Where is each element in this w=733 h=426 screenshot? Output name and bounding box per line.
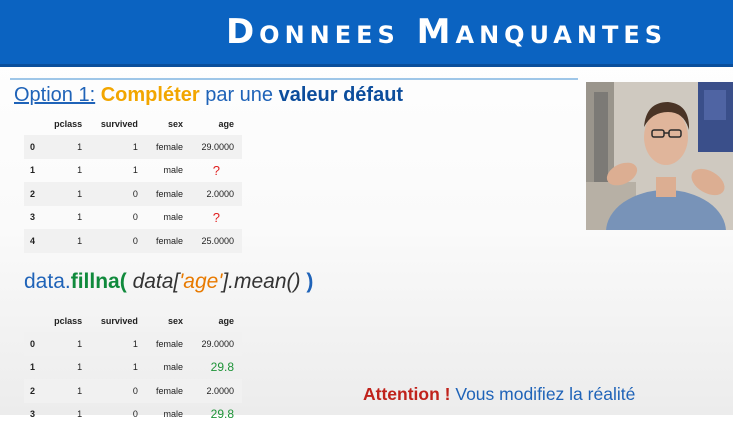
row-index: 2 [24, 182, 44, 206]
row-index: 2 [24, 379, 44, 403]
section-divider [10, 78, 578, 80]
cell-survived: 1 [90, 356, 146, 380]
cell-sex: male [146, 159, 191, 183]
cell-sex: male [146, 356, 191, 380]
column-header-index [24, 310, 44, 332]
option-keyword-complete: Compléter [101, 84, 200, 106]
cell-survived: 0 [90, 182, 146, 206]
table-header-row: pclass survived sex age [24, 113, 242, 135]
cell-pclass: 1 [44, 379, 90, 403]
column-header-age: age [191, 310, 242, 332]
table-row: 1 1 1 male 29.8 [24, 356, 242, 380]
cell-pclass: 1 [44, 159, 90, 183]
cell-age: 29.0000 [191, 135, 242, 159]
cell-pclass: 1 [44, 182, 90, 206]
table-row: 3 1 0 male 29.8 [24, 403, 242, 426]
table-row: 3 1 0 male ? [24, 206, 242, 230]
option-heading: Option 1: Compléter par une valeur défau… [14, 84, 403, 107]
cell-survived: 1 [90, 159, 146, 183]
cell-pclass: 1 [44, 135, 90, 159]
cell-age-missing: ? [191, 206, 242, 230]
code-argument-method: ].mean() [222, 270, 300, 293]
dataframe-before: pclass survived sex age 0 1 1 female 29.… [24, 113, 242, 253]
row-index: 1 [24, 356, 44, 380]
cell-pclass: 1 [44, 403, 90, 426]
cell-sex: female [146, 182, 191, 206]
column-header-sex: sex [146, 113, 191, 135]
title-banner: Donnees Manquantes [0, 0, 733, 67]
cell-sex: male [146, 206, 191, 230]
cell-age: 29.0000 [191, 332, 242, 356]
column-header-survived: survived [90, 310, 146, 332]
table-row: 1 1 1 male ? [24, 159, 242, 183]
code-close-paren: ) [306, 270, 313, 293]
dataframe-after: pclass survived sex age 0 1 1 female 29.… [24, 310, 242, 426]
table-header-row: pclass survived sex age [24, 310, 242, 332]
cell-survived: 1 [90, 332, 146, 356]
table-row: 0 1 1 female 29.0000 [24, 332, 242, 356]
column-header-pclass: pclass [44, 113, 90, 135]
column-header-sex: sex [146, 310, 191, 332]
row-index: 3 [24, 403, 44, 426]
cell-age: 25.0000 [191, 229, 242, 253]
cell-age: 2.0000 [191, 182, 242, 206]
code-object: data. [24, 270, 71, 293]
cell-sex: female [146, 135, 191, 159]
cell-pclass: 1 [44, 206, 90, 230]
cell-sex: female [146, 229, 191, 253]
code-snippet: data.fillna( data['age'].mean() ) [24, 270, 313, 294]
option-label: Option 1: [14, 84, 95, 106]
code-function: fillna( [71, 270, 127, 293]
cell-age-filled: 29.8 [191, 356, 242, 380]
warning-text: Vous modifiez la réalité [455, 384, 635, 404]
cell-sex: female [146, 332, 191, 356]
cell-sex: female [146, 379, 191, 403]
cell-age: 2.0000 [191, 379, 242, 403]
cell-pclass: 1 [44, 356, 90, 380]
presenter-video [586, 82, 733, 230]
cell-survived: 0 [90, 229, 146, 253]
code-string: 'age' [179, 270, 222, 293]
cell-survived: 0 [90, 379, 146, 403]
warning-message: Attention ! Vous modifiez la réalité [363, 384, 635, 405]
warning-strong: Attention ! [363, 384, 450, 404]
column-header-pclass: pclass [44, 310, 90, 332]
table-row: 0 1 1 female 29.0000 [24, 135, 242, 159]
table-row: 4 1 0 female 25.0000 [24, 229, 242, 253]
cell-survived: 0 [90, 206, 146, 230]
column-header-survived: survived [90, 113, 146, 135]
column-header-index [24, 113, 44, 135]
cell-pclass: 1 [44, 332, 90, 356]
webcam-overlay [586, 82, 733, 230]
code-argument: data[ [133, 270, 180, 293]
cell-age-filled: 29.8 [191, 403, 242, 426]
cell-sex: male [146, 403, 191, 426]
cell-survived: 0 [90, 403, 146, 426]
table-row: 2 1 0 female 2.0000 [24, 182, 242, 206]
column-header-age: age [191, 113, 242, 135]
row-index: 3 [24, 206, 44, 230]
cell-survived: 1 [90, 135, 146, 159]
cell-age-missing: ? [191, 159, 242, 183]
row-index: 1 [24, 159, 44, 183]
option-text: par une [205, 84, 273, 106]
row-index: 4 [24, 229, 44, 253]
cell-pclass: 1 [44, 229, 90, 253]
row-index: 0 [24, 135, 44, 159]
row-index: 0 [24, 332, 44, 356]
table-row: 2 1 0 female 2.0000 [24, 379, 242, 403]
option-keyword-default: valeur défaut [279, 84, 403, 106]
slide-title: Donnees Manquantes [0, 0, 733, 64]
